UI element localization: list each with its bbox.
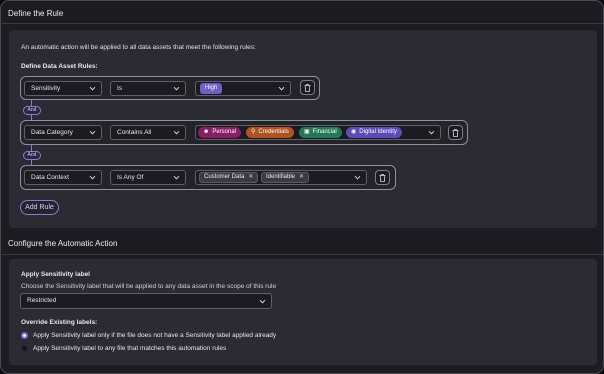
rule-1-field-value: Sensitivity	[31, 85, 61, 92]
rule-1-operator-select[interactable]: Is	[110, 81, 186, 96]
add-rule-button[interactable]: Add Rule	[20, 200, 59, 215]
section-divider	[2, 254, 603, 255]
and-badge: And	[23, 151, 41, 160]
delete-rule-3-button[interactable]	[375, 170, 390, 185]
chevron-down-icon	[278, 85, 285, 92]
rule-2-operator-select[interactable]: Contains All	[110, 125, 186, 140]
sensitivity-label-value: Restricted	[27, 297, 57, 304]
key-icon: ⚲	[251, 129, 256, 135]
tag-customer-data[interactable]: Customer Data ✕	[199, 172, 259, 183]
tag-credentials[interactable]: ⚲ Credentials	[246, 127, 294, 138]
money-icon: ▣	[304, 129, 310, 135]
rule-3-field-value: Data Context	[31, 174, 69, 181]
and-badge: And	[23, 106, 41, 115]
person-icon: ☻	[203, 129, 210, 135]
override-labels-title: Override Existing labels:	[21, 319, 98, 326]
tag-personal[interactable]: ☻ Personal	[198, 127, 242, 138]
override-option-2-label[interactable]: Apply Sensitivity label to any file that…	[33, 345, 226, 352]
rule-intro-text: An automatic action will be applied to a…	[21, 44, 256, 51]
tag-digital-identity-label: Digital Identity	[359, 129, 397, 135]
define-rule-title: Define the Rule	[8, 9, 64, 18]
rule-3-operator-value: Is Any Of	[117, 174, 144, 181]
delete-rule-2-button[interactable]	[448, 125, 463, 140]
chevron-down-icon	[428, 129, 435, 136]
remove-tag-icon[interactable]: ✕	[299, 174, 304, 180]
chevron-down-icon	[173, 85, 180, 92]
tag-identifiable-label: Identifiable	[266, 174, 296, 180]
apply-label-title: Apply Sensitivity label	[21, 271, 90, 278]
tag-digital-identity[interactable]: ◉ Digital Identity	[346, 127, 402, 138]
chevron-down-icon	[259, 298, 266, 305]
automatic-action-title: Configure the Automatic Action	[8, 239, 118, 248]
tag-personal-label: Personal	[212, 129, 237, 135]
tag-credentials-label: Credentials	[258, 129, 289, 135]
trash-icon	[379, 174, 386, 182]
fingerprint-icon: ◉	[351, 129, 357, 135]
tag-identifiable[interactable]: Identifiable ✕	[261, 172, 310, 183]
rule-2-operator-value: Contains All	[117, 129, 152, 136]
tag-customer-data-label: Customer Data	[204, 174, 245, 180]
override-option-2-radio[interactable]	[21, 345, 28, 352]
rule-2-field-select[interactable]: Data Category	[24, 125, 102, 140]
trash-icon	[304, 84, 311, 92]
chevron-down-icon	[89, 85, 96, 92]
apply-label-description: Choose the Sensitivity label that will b…	[21, 283, 277, 290]
override-option-1-radio[interactable]	[21, 332, 28, 339]
remove-tag-icon[interactable]: ✕	[248, 174, 253, 180]
chevron-down-icon	[173, 129, 180, 136]
chevron-down-icon	[173, 174, 180, 181]
high-value-pill[interactable]: High	[200, 83, 223, 94]
rule-2-field-value: Data Category	[31, 129, 73, 136]
tag-financial[interactable]: ▣ Financial	[299, 127, 342, 138]
section-divider	[2, 23, 603, 24]
rule-1-operator-value: Is	[117, 85, 123, 92]
rules-label: Define Data Asset Rules:	[21, 63, 98, 70]
override-option-1-label[interactable]: Apply Sensitivity label only if the file…	[33, 332, 276, 339]
rule-3-operator-select[interactable]: Is Any Of	[110, 170, 186, 185]
chevron-down-icon	[89, 129, 96, 136]
rule-3-field-select[interactable]: Data Context	[24, 170, 102, 185]
rule-1-field-select[interactable]: Sensitivity	[24, 81, 102, 96]
sensitivity-label-select[interactable]: Restricted	[20, 293, 272, 309]
trash-icon	[452, 129, 459, 137]
tag-financial-label: Financial	[312, 129, 337, 135]
app-window: Define the Rule An automatic action will…	[0, 0, 604, 374]
chevron-down-icon	[89, 174, 96, 181]
chevron-down-icon	[354, 174, 361, 181]
delete-rule-1-button[interactable]	[300, 80, 315, 95]
